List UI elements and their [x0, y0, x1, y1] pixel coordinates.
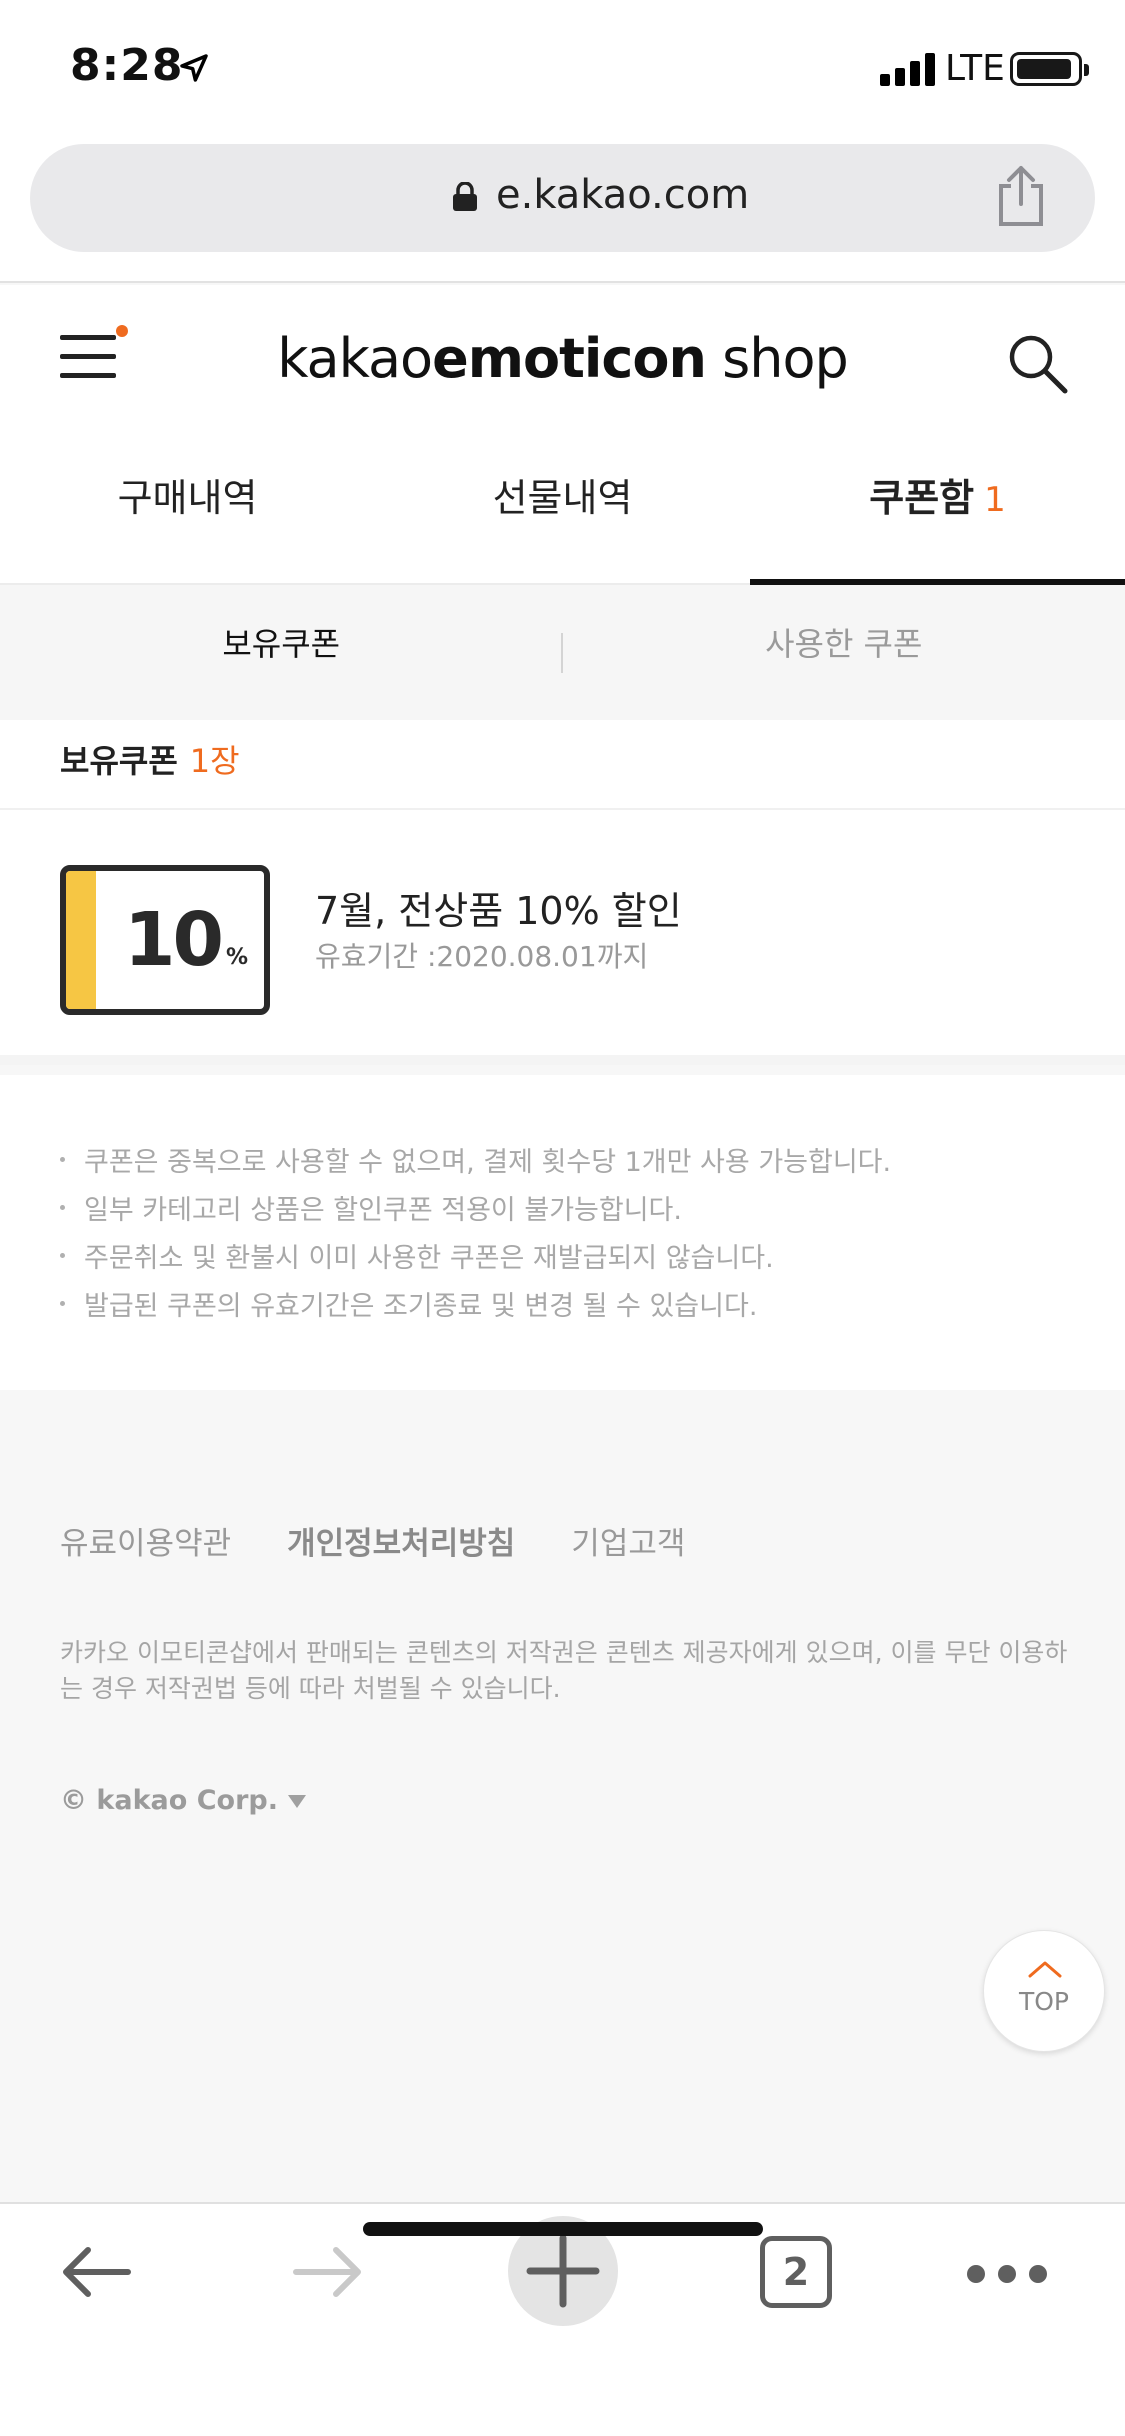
chevron-up-icon — [1028, 1961, 1062, 1978]
brand-logo[interactable]: kakaoemoticon shop — [0, 327, 1125, 390]
coupon-summary: 보유쿠폰 1장 — [0, 720, 1125, 810]
coupon-summary-label: 보유쿠폰 — [60, 742, 178, 780]
footer-link-terms[interactable]: 유료이용약관 — [60, 1518, 231, 1563]
coupon-count-badge: 1 — [984, 480, 1006, 520]
kakao-corp-toggle[interactable]: © kakao Corp. — [60, 1785, 306, 1816]
notice-item: 주문취소 및 환불시 이미 사용한 쿠폰은 재발급되지 않습니다. — [60, 1236, 1125, 1284]
coupon-discount-value: 10 — [124, 897, 224, 983]
share-icon[interactable] — [993, 164, 1049, 228]
coupon-title: 7월, 전상품 10% 할인 — [315, 889, 682, 933]
tabs-button[interactable]: 2 — [760, 2236, 832, 2308]
forward-icon[interactable] — [290, 2234, 366, 2310]
coupon-notices: 쿠폰은 중복으로 사용할 수 없으며, 결제 횟수당 1개만 사용 가능합니다.… — [0, 1075, 1125, 1390]
lock-icon — [453, 182, 477, 211]
status-bar: 8:28 LTE — [0, 0, 1125, 140]
footer: 유료이용약관 개인정보처리방침 기업고객 카카오 이모티콘샵에서 판매되는 콘텐… — [0, 1390, 1125, 2202]
coupon-badge: 10 % — [60, 865, 270, 1015]
top-label: TOP — [1018, 1987, 1070, 2016]
coupon-expiry: 유효기간 :2020.08.01까지 — [315, 940, 649, 973]
coupon-item: 10 % 7월, 전상품 10% 할인 유효기간 :2020.08.01까지 — [0, 810, 1125, 1065]
back-icon[interactable] — [58, 2234, 134, 2310]
browser-address-bar: e.kakao.com — [0, 140, 1125, 283]
notice-item: 일부 카테고리 상품은 할인쿠폰 적용이 불가능합니다. — [60, 1188, 1125, 1236]
url-field[interactable]: e.kakao.com — [30, 144, 1095, 252]
home-indicator — [363, 2222, 763, 2236]
footer-copyright-notice: 카카오 이모티콘샵에서 판매되는 콘텐츠의 저작권은 콘텐츠 제공자에게 있으며… — [60, 1638, 1068, 1703]
status-time: 8:28 — [70, 40, 184, 91]
battery-icon — [1010, 52, 1089, 86]
sub-tabs: 보유쿠폰 사용한 쿠폰 — [0, 585, 1125, 720]
network-label: LTE — [945, 48, 1005, 89]
more-icon[interactable] — [966, 2264, 1048, 2284]
tab-gift-history[interactable]: 선물내역 — [375, 435, 750, 583]
tab-coupon-box[interactable]: 쿠폰함 1 — [750, 435, 1125, 585]
tab-purchase-history[interactable]: 구매내역 — [0, 435, 375, 583]
main-tabs: 구매내역 선물내역 쿠폰함 1 — [0, 435, 1125, 585]
subtab-divider — [561, 633, 563, 673]
notice-item: 쿠폰은 중복으로 사용할 수 없으며, 결제 횟수당 1개만 사용 가능합니다. — [60, 1140, 1125, 1188]
location-arrow-icon — [180, 54, 208, 82]
footer-link-privacy[interactable]: 개인정보처리방침 — [287, 1518, 515, 1563]
top-button[interactable]: TOP — [983, 1930, 1105, 2052]
caret-down-icon — [287, 1795, 306, 1808]
footer-links: 유료이용약관 개인정보처리방침 기업고객 — [60, 1518, 685, 1563]
signal-icon — [880, 52, 936, 86]
coupon-summary-count: 1장 — [189, 742, 240, 780]
subtab-used-coupons[interactable]: 사용한 쿠폰 — [563, 585, 1125, 720]
url-text: e.kakao.com — [496, 172, 750, 218]
site-header: kakaoemoticon shop — [0, 285, 1125, 435]
coupon-discount-unit: % — [226, 945, 249, 970]
subtab-owned-coupons[interactable]: 보유쿠폰 — [0, 585, 563, 720]
search-icon[interactable] — [1005, 331, 1069, 395]
notice-item: 발급된 쿠폰의 유효기간은 조기종료 및 변경 될 수 있습니다. — [60, 1284, 1125, 1332]
footer-link-business[interactable]: 기업고객 — [571, 1518, 685, 1563]
browser-toolbar: 2 — [0, 2202, 1125, 2436]
coupon-stripe — [66, 871, 96, 1009]
